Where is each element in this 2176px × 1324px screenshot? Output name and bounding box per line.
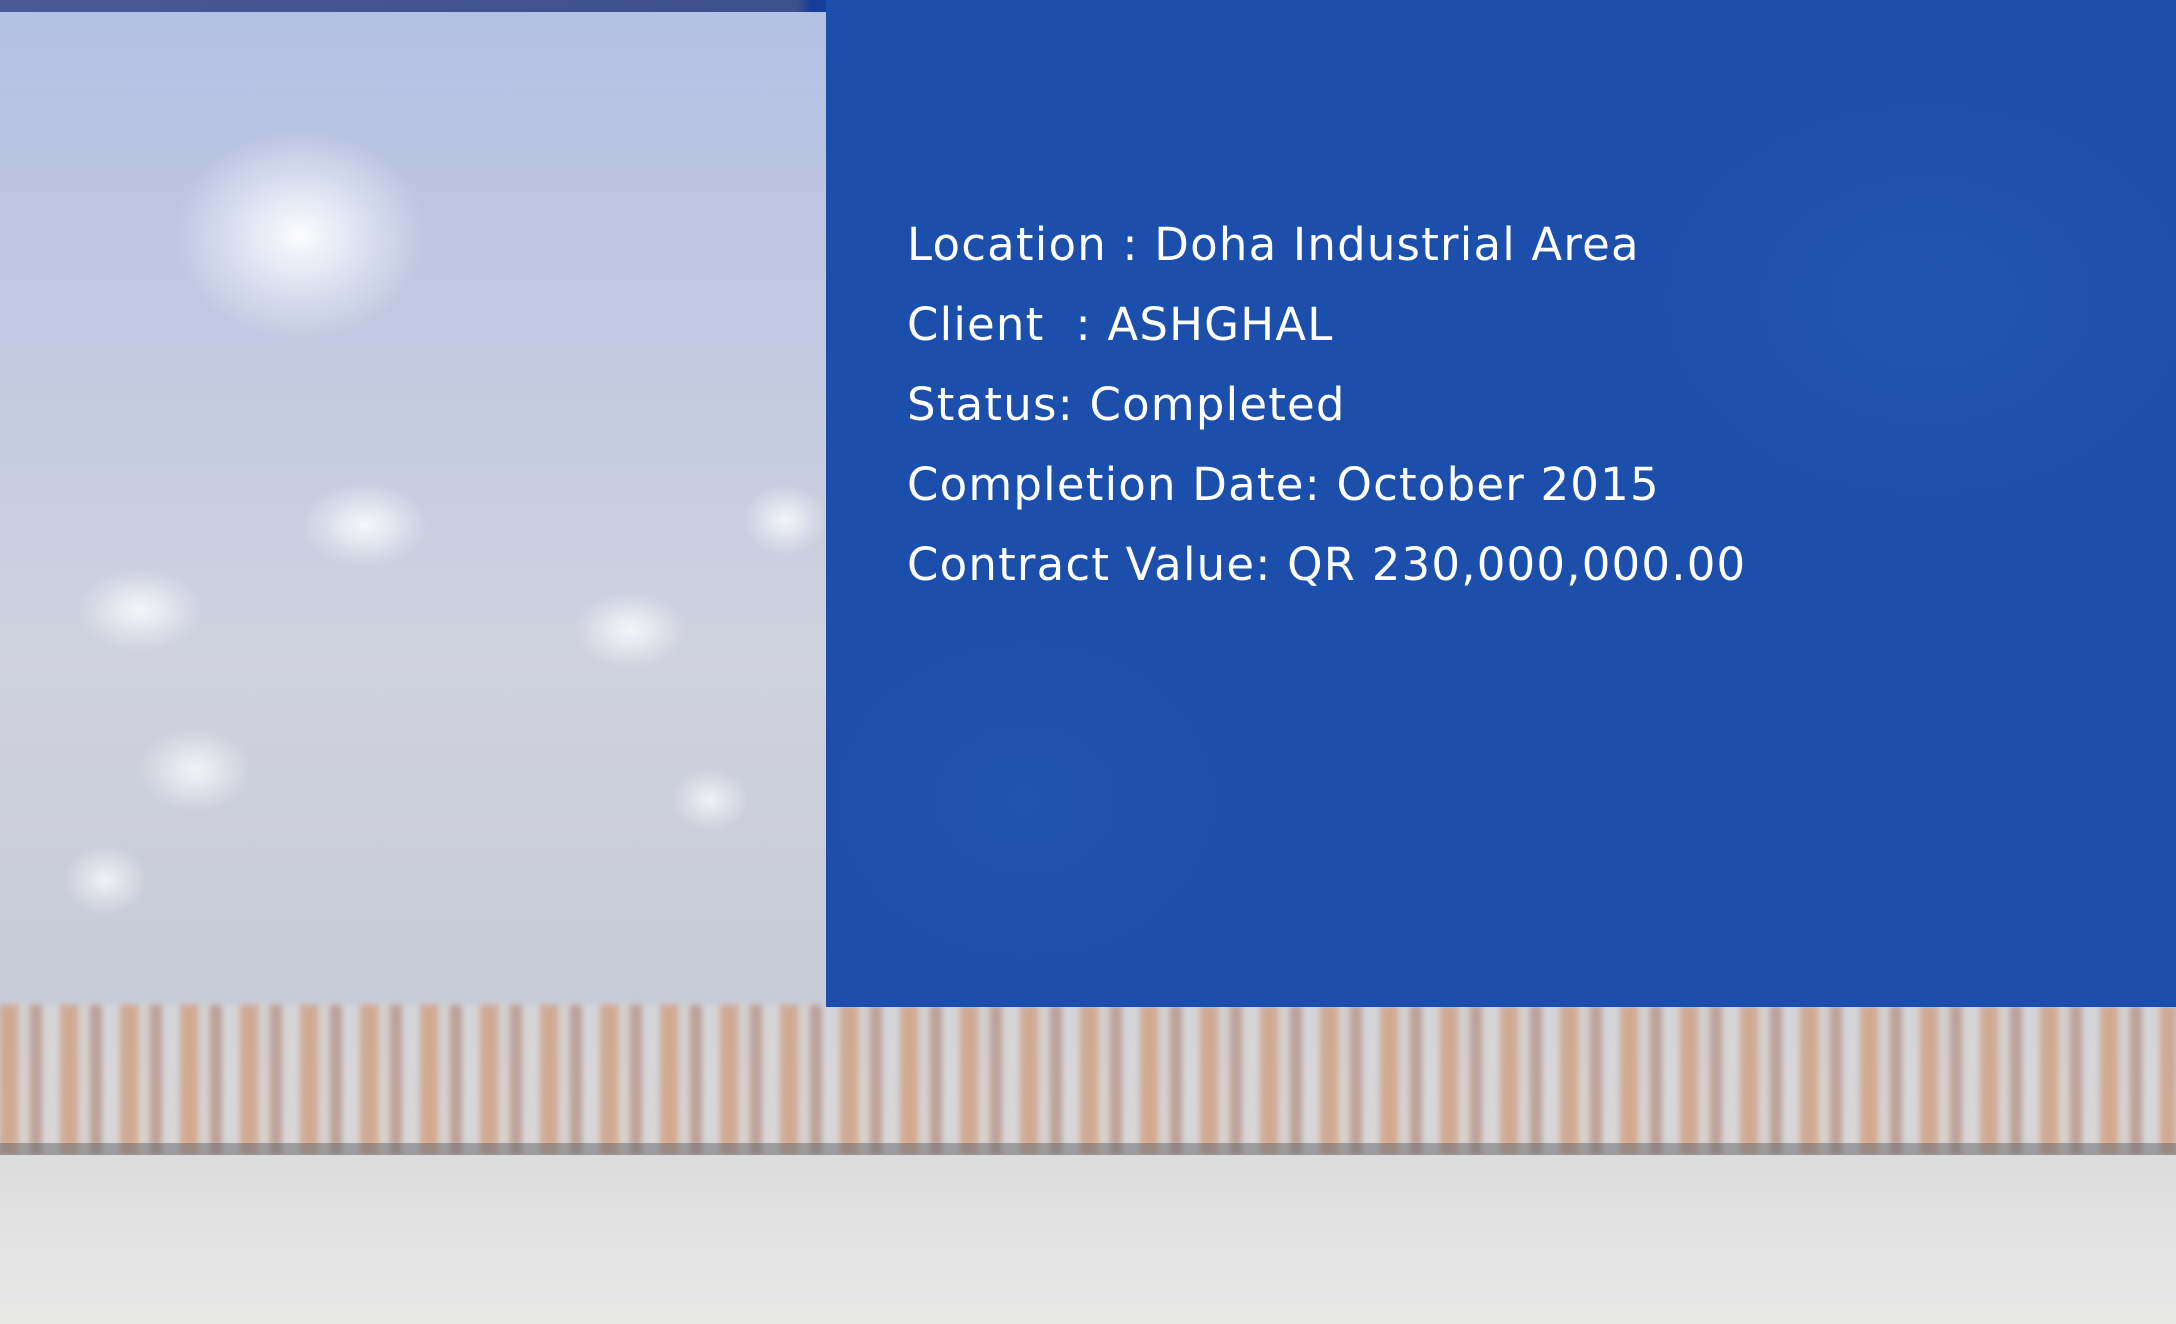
warehouse-shelves [0,1005,2176,1155]
contract-value-text: Contract Value: QR 230,000,000.00 [907,538,1747,591]
status-text: Status: Completed [907,378,1346,431]
completion-date-text: Completion Date: October 2015 [907,458,1660,511]
client-text: Client : ASHGHAL [907,298,1334,351]
project-details-list: Location : Doha Industrial Area Client :… [907,205,1746,605]
location-text: Location : Doha Industrial Area [907,218,1640,271]
project-info-panel: Location : Doha Industrial Area Client :… [826,0,2176,1007]
warehouse-floor [0,1155,2176,1324]
project-showcase: Location : Doha Industrial Area Client :… [0,0,2176,1324]
